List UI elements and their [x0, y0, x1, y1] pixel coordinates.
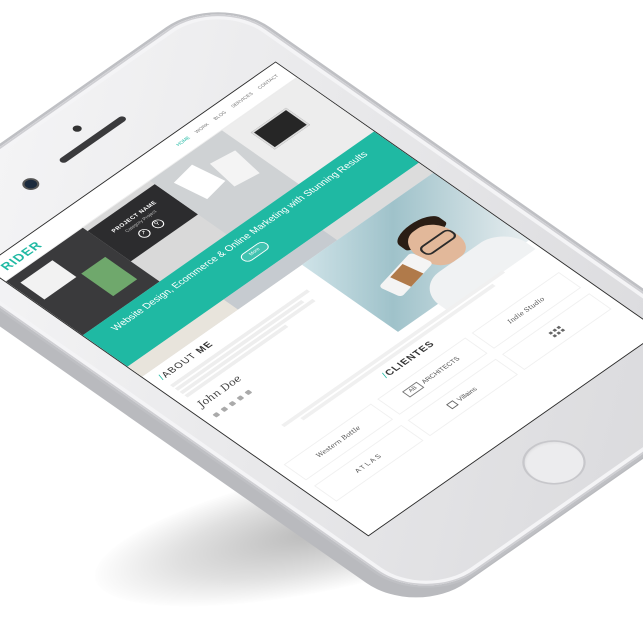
zoom-icon[interactable]: ⚲ [149, 217, 167, 231]
instagram-icon[interactable] [228, 400, 237, 407]
about-heading-bold: ME [193, 339, 217, 356]
home-button-icon[interactable] [509, 431, 599, 494]
camera-dot-icon [70, 124, 84, 134]
nav-contact[interactable]: CONTACT [257, 74, 281, 91]
front-camera-icon [22, 177, 40, 191]
dots-logo-icon [548, 325, 566, 338]
client-logo-2-box: AB [402, 381, 425, 398]
speaker-icon [58, 115, 128, 164]
nav-services[interactable]: SERVICES [230, 92, 255, 109]
client-logo-4-text: ATLAS [353, 452, 385, 474]
client-logo-2-text: ARCHITECTS [420, 355, 462, 385]
linkedin-icon[interactable] [236, 395, 245, 401]
twitter-icon[interactable] [220, 406, 229, 412]
client-logo-3-text: Indie Studio [505, 296, 547, 325]
dribbble-icon[interactable] [244, 389, 253, 396]
nav-home[interactable]: HOME [175, 136, 192, 148]
villains-icon [446, 399, 460, 409]
phone-body: RIDER HOME WORK BLOG SERVICES CONTACT PR… [0, 0, 643, 606]
scene: RIDER HOME WORK BLOG SERVICES CONTACT PR… [0, 0, 643, 626]
link-icon[interactable]: ↗ [135, 227, 154, 240]
client-logo-1-text: Western Bottle [314, 424, 363, 459]
facebook-icon[interactable] [212, 412, 221, 418]
nav-work[interactable]: WORK [194, 122, 211, 134]
client-logo-5-text: Villains [455, 386, 479, 403]
project-card-subtitle: Category Project [123, 209, 159, 234]
nav-blog[interactable]: BLOG [212, 110, 228, 121]
